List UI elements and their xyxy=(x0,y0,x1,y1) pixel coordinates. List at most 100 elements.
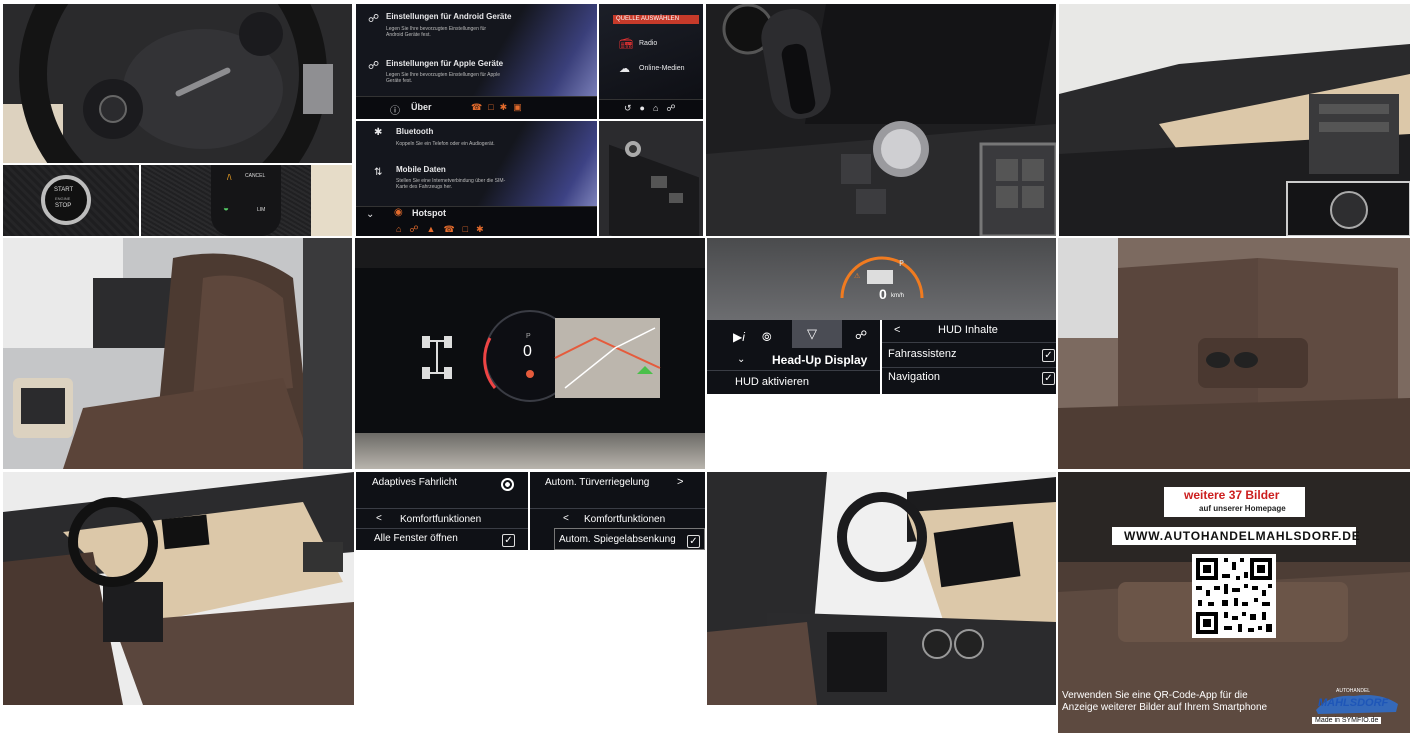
hotspot-label: Hotspot xyxy=(412,208,446,218)
bluetooth-icon: ✱ xyxy=(374,127,383,138)
hud-tab[interactable] xyxy=(792,320,842,348)
android-settings-desc: Legen Sie Ihre bevorzugten Einstellungen… xyxy=(386,26,487,38)
photo-rear-seats xyxy=(1058,238,1410,469)
about-label: Über xyxy=(411,102,432,112)
cluster-speed: 0 xyxy=(523,343,532,360)
photo-dashboard-passenger xyxy=(1059,4,1410,236)
hud-menu-panel: ▶i ⦾ ▽ ☍ ⌄ Head-Up Display HUD aktiviere… xyxy=(707,320,880,394)
apple-settings-desc: Legen Sie Ihre bevorzugten Einstellungen… xyxy=(386,72,500,84)
warning-icon: /\ xyxy=(227,173,232,182)
switch-panel-illustration xyxy=(599,121,703,236)
svg-text:⚠: ⚠ xyxy=(854,272,861,280)
chevron-left-icon[interactable]: < xyxy=(894,324,900,336)
camera-icon: ⦾ xyxy=(762,330,772,344)
promo-headline: weitere 37 Bilder xyxy=(1184,488,1280,502)
hud-icon: ▽ xyxy=(807,326,817,341)
stop-label: STOP xyxy=(55,203,72,209)
apple-settings-title: Einstellungen für Apple Geräte xyxy=(386,59,504,68)
photo-start-button: START ENGINE STOP xyxy=(3,165,139,236)
photo-hud-settings: ⚠ P 0 km/h ▶i ⦾ ▽ ☍ ⌄ Head-Up Display HU… xyxy=(707,238,1056,394)
open-all-windows-label: Alle Fenster öffnen xyxy=(374,533,458,544)
pin-icon: ◉ xyxy=(394,207,403,218)
svg-text:P: P xyxy=(899,259,904,268)
open-all-windows-checkbox[interactable]: ✓ xyxy=(502,534,515,547)
photo-source-selection: QUELLE AUSWÄHLEN 📻︎ Radio ☁ Online-Medie… xyxy=(599,4,703,119)
interior-overview-illustration xyxy=(3,472,354,705)
gear-selector-illustration xyxy=(706,4,1056,236)
link-icon: ☍ xyxy=(368,13,380,25)
auto-door-lock-label: Autom. Türverriegelung xyxy=(545,477,650,488)
link-icon: ☍ xyxy=(855,328,868,342)
promo-url[interactable]: WWW.AUTOHANDELMAHLSDORF.DE xyxy=(1124,529,1361,543)
cloud-icon: ☁ xyxy=(619,63,630,75)
comfort-left-title: Komfortfunktionen xyxy=(400,514,482,525)
auto-mirror-checkbox[interactable]: ✓ xyxy=(687,535,700,548)
nav-icons: ☎□✱▣ xyxy=(471,102,528,112)
logo-main-text: MAHLSDORF xyxy=(1318,697,1389,709)
photo-comfort-right: Autom. Türverriegelung > < Komfortfunkti… xyxy=(530,472,705,550)
hud-unit: km/h xyxy=(891,293,905,299)
hud-option-driver-assist-checkbox[interactable]: ✓ xyxy=(1042,349,1055,362)
made-in-label: Made in SYMFIO.de xyxy=(1312,717,1382,724)
photo-switch-panel xyxy=(599,121,703,236)
adaptive-light-radio[interactable] xyxy=(501,478,514,491)
chevron-left-icon[interactable]: < xyxy=(563,513,569,524)
steering-wheel-illustration xyxy=(3,4,352,163)
hud-activate[interactable]: HUD aktivieren xyxy=(735,376,809,388)
photo-gear-selector xyxy=(706,4,1056,236)
hud-option-navigation-checkbox[interactable]: ✓ xyxy=(1042,372,1055,385)
mobile-data-desc: Stellen Sie eine Internetverbindung über… xyxy=(396,178,506,190)
chevron-right-icon[interactable]: > xyxy=(677,476,683,488)
cancel-label: CANCEL xyxy=(245,173,266,179)
logo-top-text: AUTOHANDEL xyxy=(1336,688,1371,694)
info-icon: ⓘ xyxy=(390,106,400,117)
dealer-logo: AUTOHANDEL MAHLSDORF xyxy=(1310,686,1402,716)
source-online-media[interactable]: Online-Medien xyxy=(639,65,685,72)
speed-icon: ◒ xyxy=(223,203,230,214)
hud-display: ⚠ P xyxy=(840,256,924,299)
vehicle-diagram-icon xyxy=(422,336,452,379)
hud-content-panel: < HUD Inhalte Fahrassistenz ✓ Navigation… xyxy=(882,320,1056,394)
photo-interior-overview xyxy=(3,472,354,705)
navigation-map xyxy=(555,318,660,398)
photo-steering-wheel xyxy=(3,4,352,163)
chevron-down-icon: ⌄ xyxy=(366,209,375,220)
photo-steering-controls: CANCEL /\ LIM ◒ xyxy=(141,165,352,236)
link-icon: ☍ xyxy=(368,60,380,72)
comfort-right-title: Komfortfunktionen xyxy=(584,514,666,525)
hud-option-navigation: Navigation xyxy=(888,371,940,383)
chevron-left-icon[interactable]: < xyxy=(376,513,382,524)
dashboard-illustration xyxy=(1059,4,1410,236)
radio-icon: 📻︎ xyxy=(619,38,633,50)
photo-driver-seat xyxy=(3,238,352,469)
promo-tile: weitere 37 Bilder auf unserer Homepage W… xyxy=(1058,472,1410,733)
cluster-gear: P xyxy=(526,333,531,340)
photo-infotainment-connectivity: ✱ Bluetooth Koppeln Sie ein Telefon oder… xyxy=(356,121,597,236)
hud-speed: 0 xyxy=(879,286,887,302)
mobile-data-title: Mobile Daten xyxy=(396,165,446,174)
bottom-nav-icons: ↺●⌂☍ xyxy=(624,103,684,113)
hud-option-driver-assist: Fahrassistenz xyxy=(888,348,957,360)
source-header: QUELLE AUSWÄHLEN xyxy=(616,16,680,22)
speed-limit-icon xyxy=(526,370,534,378)
bluetooth-desc: Koppeln Sie ein Telefon oder ein Audioge… xyxy=(396,141,495,147)
driver-seat-illustration xyxy=(3,238,352,469)
chevron-down-icon: ⌄ xyxy=(737,354,746,365)
nav-icons: ⌂☍▲☎□✱ xyxy=(396,224,492,234)
qr-code-icon xyxy=(1196,558,1272,634)
lim-label: LIM xyxy=(257,207,266,213)
photo-cockpit xyxy=(707,472,1056,705)
cockpit-illustration xyxy=(707,472,1056,705)
rear-seats-illustration xyxy=(1058,238,1410,469)
bluetooth-title: Bluetooth xyxy=(396,127,434,136)
hud-menu-title: Head-Up Display xyxy=(772,353,868,367)
adaptive-light-label: Adaptives Fahrlicht xyxy=(372,477,458,488)
android-settings-title: Einstellungen für Android Geräte xyxy=(386,12,512,21)
start-label: START xyxy=(54,187,74,193)
promo-subline: auf unserer Homepage xyxy=(1199,504,1286,513)
source-radio[interactable]: Radio xyxy=(639,40,657,47)
media-icon: ▶i xyxy=(733,330,745,344)
mobile-data-icon: ⇅ xyxy=(374,167,383,178)
qr-code[interactable] xyxy=(1192,554,1276,638)
photo-comfort-left: Adaptives Fahrlicht < Komfortfunktionen … xyxy=(356,472,528,550)
